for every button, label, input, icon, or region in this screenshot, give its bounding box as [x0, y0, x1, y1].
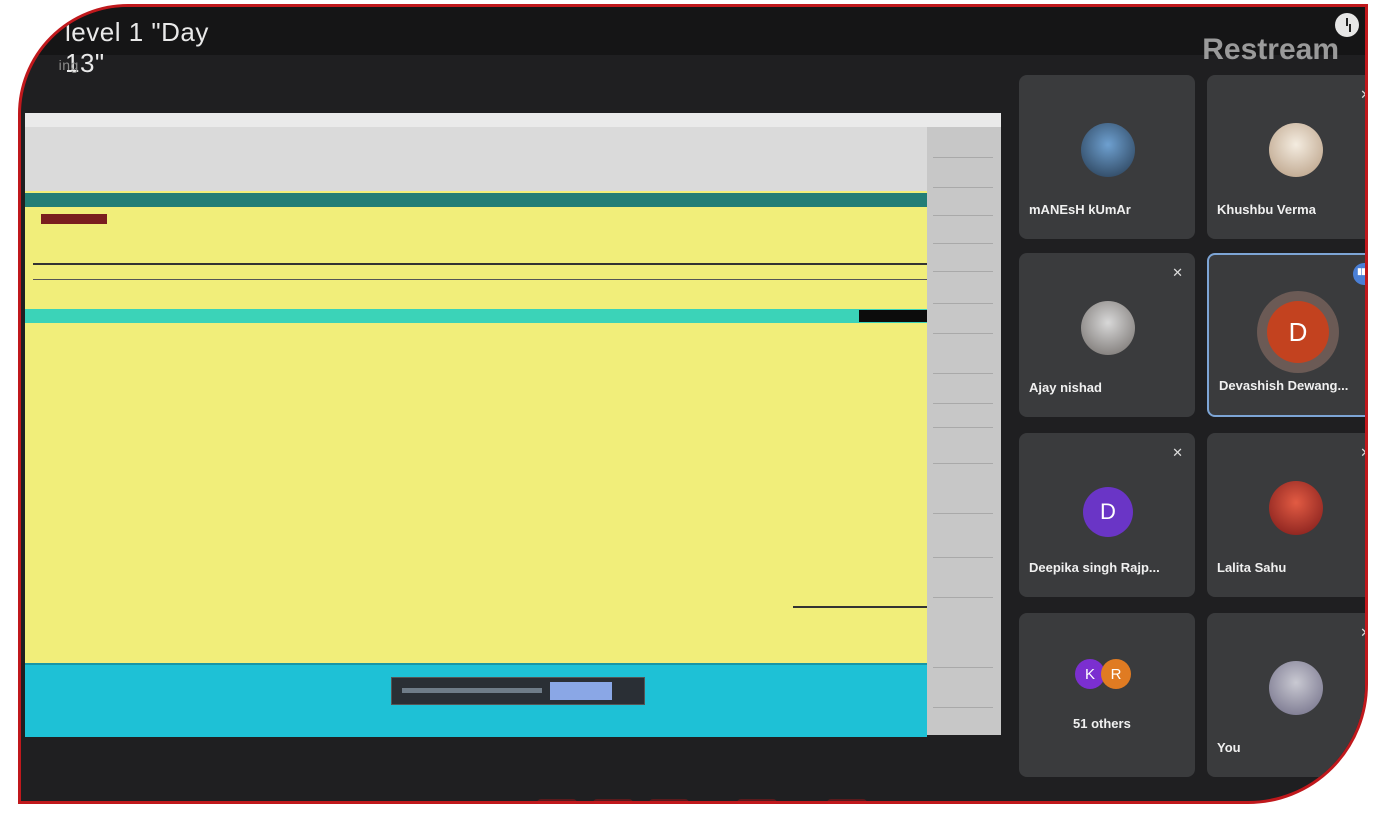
others-tile[interactable]: K R 51 others: [1019, 613, 1195, 777]
selected-ledger-row: [25, 309, 927, 323]
speaking-indicator-icon: [1353, 263, 1365, 285]
mic-muted-icon: ✕: [1360, 625, 1365, 641]
ledger-row-highlight: [25, 193, 927, 207]
button-bar: [927, 127, 1001, 735]
avatar: [1081, 123, 1135, 177]
avatar: [1269, 123, 1323, 177]
window-titlebar: [25, 113, 1001, 128]
stream-top-bar: level 1 "Day 13"ing: [21, 7, 1365, 78]
participant-tile[interactable]: mANEsH kUmAr: [1019, 75, 1195, 239]
others-count: 51 others: [1073, 716, 1131, 731]
stop-sharing-button[interactable]: [550, 682, 612, 700]
participant-name: Ajay nishad: [1029, 380, 1102, 395]
mic-muted-icon: ✕: [1360, 445, 1365, 461]
participant-tile[interactable]: ✕ Ajay nishad: [1019, 253, 1195, 417]
stream-title-text: level 1 "Day 13": [65, 17, 209, 78]
participant-tile[interactable]: ✕ D Deepika singh Rajp...: [1019, 433, 1195, 597]
participant-tile[interactable]: ✕ Lalita Sahu: [1207, 433, 1365, 597]
avatar-initial: D: [1083, 487, 1133, 537]
screen-share-notice-text: [402, 688, 542, 693]
control-bar-hint: [537, 797, 867, 801]
restream-logo: Restream: [1202, 33, 1339, 66]
mic-muted-icon: ✕: [1360, 87, 1365, 103]
stream-title: level 1 "Day 13"ing: [59, 17, 230, 79]
avatar: [1269, 661, 1323, 715]
mic-muted-icon: ✕: [1172, 265, 1183, 280]
avatar-initial: R: [1101, 659, 1131, 689]
participant-name: Khushbu Verma: [1217, 202, 1316, 217]
voucher-type-badge: [41, 214, 107, 224]
participant-name: Lalita Sahu: [1217, 560, 1287, 575]
self-tile[interactable]: ✕ You: [1207, 613, 1365, 777]
participant-name: You: [1217, 740, 1241, 755]
participant-name: mANEsH kUmAr: [1029, 202, 1131, 217]
shared-screen: [25, 113, 1001, 737]
amount-input-cell: [859, 310, 927, 322]
participant-tile-active-speaker[interactable]: D Devashish Dewang...: [1207, 253, 1365, 417]
screen-share-notice: [391, 677, 645, 705]
voucher-header: [25, 127, 927, 191]
participant-name: Deepika singh Rajp...: [1029, 560, 1160, 575]
mic-muted-icon: ✕: [1172, 445, 1183, 460]
stream-title-suffix: ing: [58, 57, 79, 74]
avatar: [1269, 481, 1323, 535]
column-header-rule: [33, 263, 927, 265]
avatar-initial: D: [1267, 301, 1329, 363]
column-header-rule-lower: [33, 279, 927, 280]
participant-tile[interactable]: ✕ Khushbu Verma: [1207, 75, 1365, 239]
total-rule: [793, 606, 927, 608]
meeting-frame: level 1 "Day 13"ing Restream mANEsH kUmA…: [18, 4, 1368, 804]
participant-name: Devashish Dewang...: [1219, 378, 1349, 393]
avatar: [1081, 301, 1135, 355]
